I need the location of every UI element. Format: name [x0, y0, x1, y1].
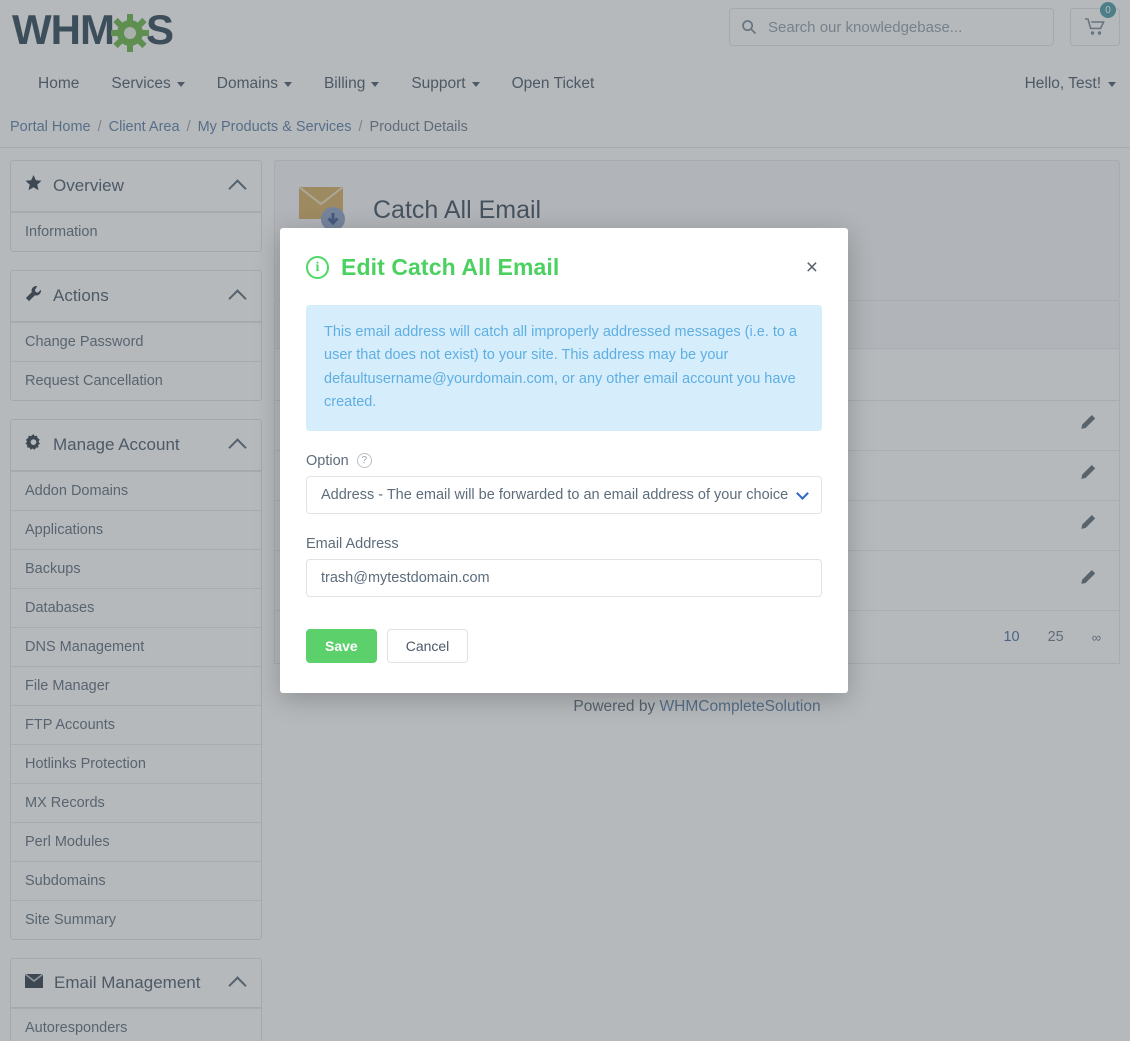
- close-icon[interactable]: ×: [802, 255, 822, 280]
- save-button[interactable]: Save: [306, 629, 377, 663]
- info-circle-icon: i: [306, 256, 329, 279]
- option-label-row: Option ?: [306, 453, 822, 469]
- chevron-down-icon: [796, 487, 809, 500]
- modal-header: i Edit Catch All Email ×: [280, 228, 848, 295]
- option-select[interactable]: Address - The email will be forwarded to…: [306, 476, 822, 514]
- email-label-row: Email Address: [306, 536, 822, 552]
- modal-title: Edit Catch All Email: [341, 254, 802, 281]
- edit-catch-all-email-modal: i Edit Catch All Email × This email addr…: [280, 228, 848, 693]
- email-address-label: Email Address: [306, 536, 399, 552]
- email-address-input[interactable]: [306, 559, 822, 597]
- page-root: WHM: [0, 0, 1130, 1041]
- question-circle-icon[interactable]: ?: [357, 453, 372, 468]
- option-label: Option: [306, 453, 349, 469]
- cancel-button[interactable]: Cancel: [387, 629, 469, 663]
- info-alert: This email address will catch all improp…: [306, 305, 822, 431]
- option-select-value: Address - The email will be forwarded to…: [321, 487, 798, 503]
- modal-actions: Save Cancel: [306, 629, 822, 663]
- modal-body: This email address will catch all improp…: [280, 295, 848, 693]
